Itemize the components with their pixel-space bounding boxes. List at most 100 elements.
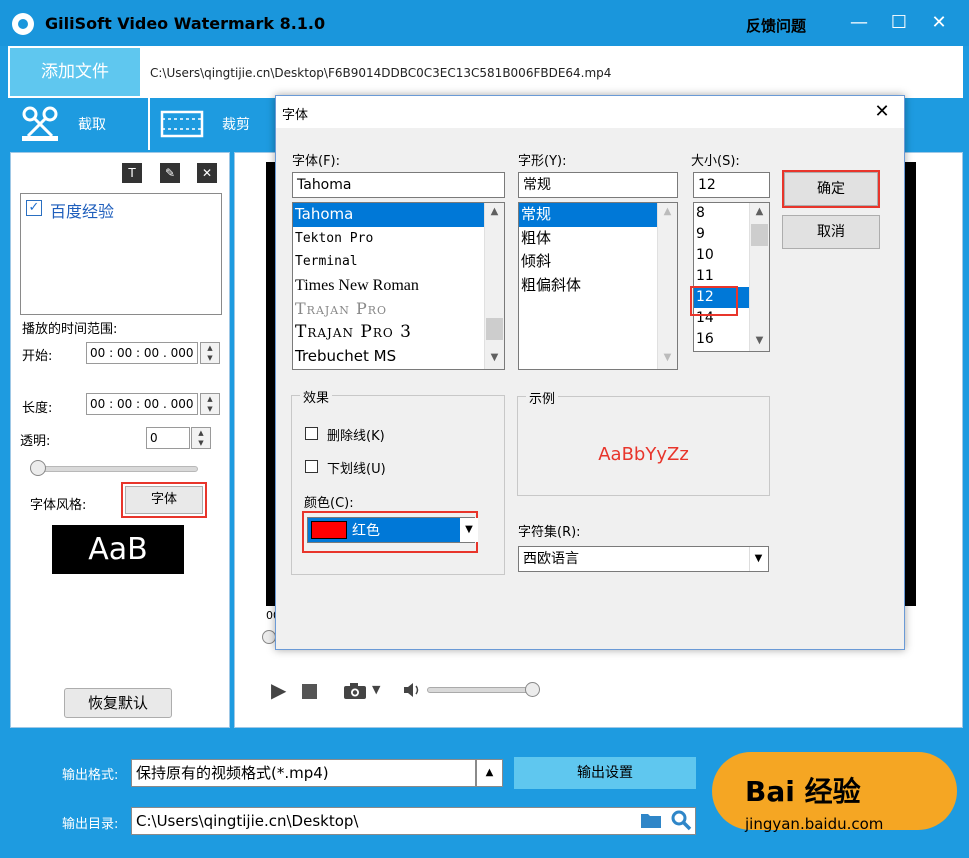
charset-select[interactable]: 西欧语言 [518,546,769,572]
length-label: 长度: [22,401,53,416]
folder-icon[interactable] [640,811,662,829]
file-path: C:\Users\qingtijie.cn\Desktop\F6B9014DDB… [150,66,612,80]
start-time-input[interactable]: 00 : 00 : 00 . 000 [86,342,198,364]
color-dropdown-icon[interactable]: ▼ [460,518,478,542]
font-option[interactable]: Trebuchet MS [293,345,504,369]
length-time-stepper[interactable]: ▲ ▼ [200,393,220,415]
font-style-label: 字体风格: [30,498,87,513]
seek-handle[interactable] [262,630,276,644]
volume-icon[interactable] [403,682,423,698]
effects-label: 效果 [300,387,333,406]
font-size-label: 大小(S): [691,154,740,169]
font-preview: AaB [52,525,184,574]
font-style-input[interactable]: 常规 [518,172,678,198]
font-family-list: Tahoma Tekton Pro Terminal Times New Rom… [292,202,505,370]
scroll-down-icon[interactable]: ▼ [751,335,768,346]
start-time-stepper[interactable]: ▲ ▼ [200,342,220,364]
app-title: GiliSoft Video Watermark 8.1.0 [45,14,326,33]
font-size-input[interactable]: 12 [693,172,770,198]
color-swatch [311,521,347,539]
time-range-label: 播放的时间范围: [22,322,118,337]
maximize-icon[interactable]: ☐ [886,10,912,36]
underline-checkbox[interactable] [305,460,318,473]
app-logo-icon [12,13,34,35]
charset-label: 字符集(R): [518,525,581,540]
style-option[interactable]: 常规 [519,203,657,227]
opacity-input[interactable]: 0 [146,427,190,449]
restore-default-button[interactable]: 恢复默认 [64,688,172,718]
baidu-url: jingyan.baidu.com [745,815,884,833]
font-style-list: 常规 粗体 倾斜 粗偏斜体 [518,202,678,370]
scroll-up-icon[interactable]: ▲ [751,206,768,217]
scroll-down-icon[interactable]: ▼ [486,352,503,363]
font-family-label: 字体(F): [292,154,341,169]
play-icon[interactable]: ▶ [271,678,286,702]
strikeout-checkbox[interactable] [305,427,318,440]
dialog-close-icon[interactable]: ✕ [870,100,894,124]
font-option[interactable]: Trajan Pro 3 [293,321,504,345]
crop-label: 裁剪 [222,117,250,133]
feedback-link[interactable]: 反馈问题 [746,15,806,36]
cancel-button[interactable]: 取消 [782,215,880,249]
size-list-scroll-thumb[interactable] [751,224,768,246]
font-option[interactable]: Tekton Pro [293,227,504,251]
font-button[interactable]: 字体 [125,486,203,514]
opacity-stepper[interactable]: ▲ ▼ [191,427,211,449]
color-value: 红色 [352,523,380,539]
charset-dropdown-icon[interactable]: ▼ [749,547,767,571]
font-option[interactable]: Times New Roman [293,274,504,298]
stop-icon[interactable] [302,684,317,699]
text-watermark-icon[interactable]: T [122,163,142,183]
output-format-label: 输出格式: [62,768,119,783]
font-list-scroll-thumb[interactable] [486,318,503,340]
ok-button[interactable]: 确定 [784,172,878,206]
opacity-slider-track[interactable] [30,466,198,472]
style-option[interactable]: 倾斜 [519,250,677,274]
font-list-scrollbar[interactable] [484,203,504,369]
opacity-slider-handle[interactable] [30,460,46,476]
scroll-up-icon[interactable]: ▲ [486,206,503,217]
scroll-up-icon[interactable]: ▲ [659,206,676,217]
color-label: 颜色(C): [304,496,354,511]
font-option[interactable]: Trajan Pro [293,297,504,321]
watermark-item[interactable]: 百度经验 [50,198,114,222]
volume-slider-handle[interactable] [525,682,540,697]
underline-label: 下划线(U) [327,462,386,477]
strikeout-label: 删除线(K) [327,429,385,444]
font-option[interactable]: Tahoma [293,203,504,227]
length-time-input[interactable]: 00 : 00 : 00 . 000 [86,393,198,415]
volume-slider-track[interactable] [427,687,533,693]
scroll-down-icon[interactable]: ▼ [659,352,676,363]
output-settings-button[interactable]: 输出设置 [514,757,696,789]
search-icon[interactable] [670,809,692,831]
scissors-icon [22,106,58,141]
format-dropdown-icon[interactable]: ▲ [476,759,503,787]
font-option[interactable]: Terminal [293,250,504,274]
output-format-select[interactable]: 保持原有的视频格式(*.mp4) [131,759,476,787]
snapshot-dropdown-icon[interactable]: ▼ [372,683,380,696]
baidu-logo: Bai 经验 [745,775,861,808]
style-list-scrollbar[interactable] [657,203,677,369]
size-highlight [690,286,738,316]
style-option[interactable]: 粗体 [519,227,677,251]
close-icon[interactable]: ✕ [926,10,952,36]
crop-icon [160,110,204,138]
crop-tool-button[interactable]: 裁剪 [150,100,274,148]
cut-label: 截取 [78,117,106,133]
output-dir-label: 输出目录: [62,817,119,832]
sample-label: 示例 [526,388,559,407]
camera-icon[interactable] [343,682,367,700]
image-watermark-icon[interactable]: ✎ [160,163,180,183]
sample-preview: AaBbYyZz [519,420,768,490]
opacity-label: 透明: [20,434,51,449]
cut-tool-button[interactable]: 截取 [10,100,148,148]
watermark-checkbox[interactable]: ✓ [26,200,42,216]
font-dialog-title: 字体 [282,108,309,123]
font-family-input[interactable]: Tahoma [292,172,505,198]
add-file-button[interactable]: 添加文件 [10,48,140,96]
output-dir-input[interactable]: C:\Users\qingtijie.cn\Desktop\ [131,807,696,835]
style-option[interactable]: 粗偏斜体 [519,274,677,298]
font-dialog-titlebar [276,96,904,128]
delete-icon[interactable]: ✕ [197,163,217,183]
minimize-icon[interactable]: — [846,10,872,36]
